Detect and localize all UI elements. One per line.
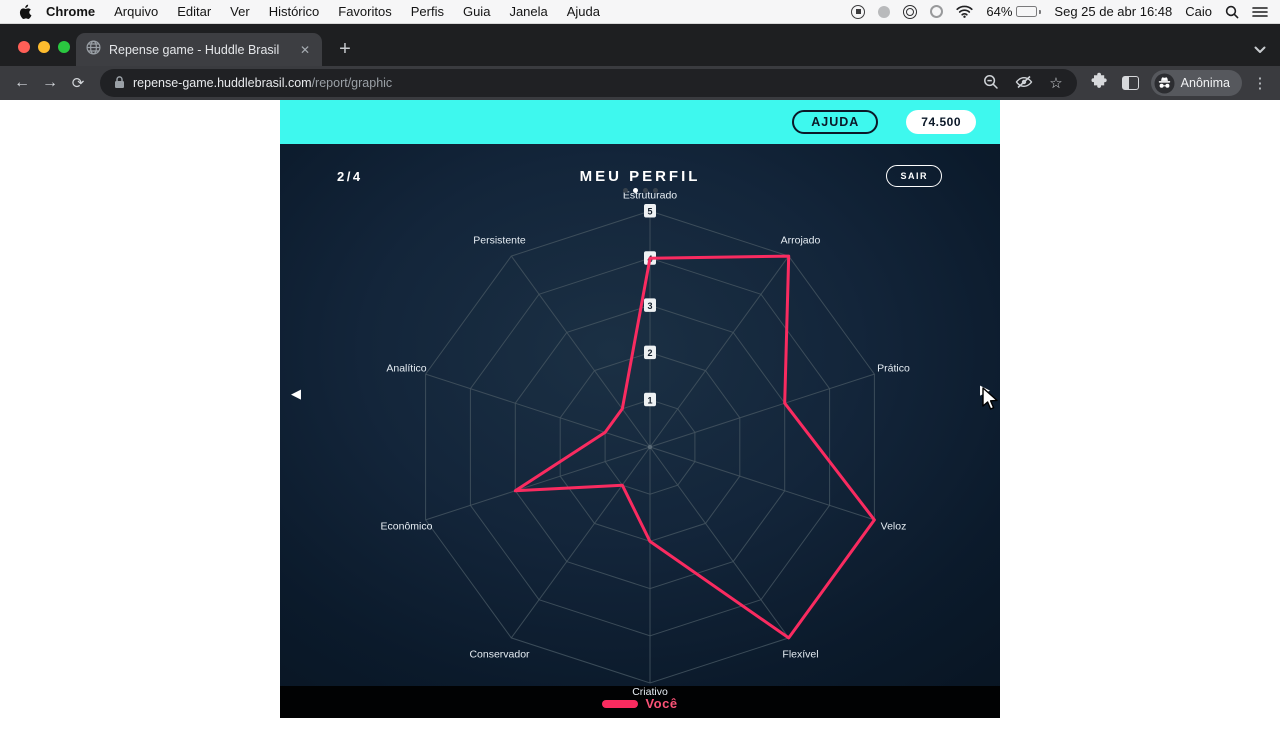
- chrome-menu-kebab-icon[interactable]: ⋮: [1248, 74, 1272, 92]
- menubar-clock[interactable]: Seg 25 de abr 16:48: [1054, 4, 1172, 19]
- creative-cloud-icon[interactable]: [930, 5, 943, 18]
- axis-label-arrojado: Arrojado: [781, 234, 821, 246]
- omnibox-actions: ☆: [983, 74, 1062, 93]
- window-controls: [18, 41, 70, 53]
- legend-you-label: Você: [645, 696, 677, 711]
- menu-item-histórico[interactable]: Histórico: [269, 4, 320, 19]
- screen: Chrome Arquivo Editar Ver Histórico Favoritos…: [0, 0, 1280, 737]
- menu-item-chrome[interactable]: Chrome: [46, 4, 95, 19]
- wifi-icon[interactable]: [956, 5, 973, 18]
- minimize-window-button[interactable]: [38, 41, 50, 53]
- carousel-prev-arrow[interactable]: ◀: [291, 387, 301, 400]
- radar-spoke-conservador: [511, 447, 650, 638]
- zoom-out-icon[interactable]: [983, 74, 999, 93]
- menubar-username[interactable]: Caio: [1185, 4, 1212, 19]
- profile-name: Anônima: [1181, 76, 1230, 90]
- lock-icon: [114, 75, 125, 92]
- axis-label-persistente: Persistente: [473, 234, 526, 246]
- axis-label-flexível: Flexível: [782, 649, 818, 661]
- list-icon[interactable]: [1252, 6, 1268, 18]
- reload-button[interactable]: ⟳: [64, 69, 92, 97]
- browser-tab[interactable]: Repense game - Huddle Brasil ✕: [76, 33, 322, 66]
- tab-search-chevron-icon[interactable]: [1254, 41, 1266, 59]
- radar-center-dot: [648, 445, 652, 449]
- radar-spoke-veloz: [650, 447, 874, 520]
- menu-item-guia[interactable]: Guia: [463, 4, 490, 19]
- menu-item-arquivo[interactable]: Arquivo: [114, 4, 158, 19]
- axis-label-conservador: Conservador: [469, 649, 530, 661]
- tick-label-1: 1: [647, 395, 652, 405]
- address-bar[interactable]: repense-game.huddlebrasil.com/report/gra…: [100, 69, 1077, 97]
- radar-spoke-analítico: [426, 374, 650, 447]
- menu-item-ajuda[interactable]: Ajuda: [567, 4, 600, 19]
- axis-label-analítico: Analítico: [386, 362, 426, 374]
- axis-label-econômico: Econômico: [381, 521, 433, 533]
- carousel-dot-3[interactable]: [643, 188, 648, 193]
- radar-spoke-persistente: [511, 256, 650, 447]
- menu-item-perfis[interactable]: Perfis: [411, 4, 444, 19]
- exit-button[interactable]: SAIR: [886, 165, 942, 187]
- report-section: 2/4 MEU PERFIL SAIR ◀ ▶ 12345Estruturado…: [280, 144, 1000, 718]
- menubar-status: 64% Seg 25 de abr 16:48 Caio: [851, 4, 1268, 19]
- back-button[interactable]: ←: [8, 69, 36, 97]
- radar-spoke-econômico: [426, 447, 650, 520]
- url-path: /report/graphic: [312, 76, 393, 90]
- tick-label-2: 2: [647, 348, 652, 358]
- macos-menubar: Chrome Arquivo Editar Ver Histórico Favoritos…: [0, 0, 1280, 24]
- page-viewport: AJUDA 74.500 2/4 MEU PERFIL SAIR ◀ ▶ 123…: [0, 100, 1280, 737]
- tab-title: Repense game - Huddle Brasil: [109, 43, 290, 57]
- radar-spoke-prático: [650, 374, 874, 447]
- tick-label-5: 5: [647, 207, 652, 217]
- spotlight-icon[interactable]: [1225, 5, 1239, 19]
- menubar-items: Chrome Arquivo Editar Ver Histórico Favoritos…: [46, 4, 619, 19]
- browser-toolbar: ← → ⟳ repense-game.huddlebrasil.com/repo…: [0, 66, 1280, 100]
- tab-favicon-globe-icon: [86, 40, 101, 60]
- url-text: repense-game.huddlebrasil.com/report/gra…: [133, 76, 392, 90]
- score-badge: 74.500: [906, 110, 976, 134]
- menu-item-ver[interactable]: Ver: [230, 4, 250, 19]
- mouse-cursor: [981, 387, 1000, 411]
- legend-you-swatch: [602, 700, 638, 708]
- zoom-window-button[interactable]: [58, 41, 70, 53]
- help-button[interactable]: AJUDA: [792, 110, 878, 134]
- chart-legend: Você: [280, 696, 1000, 711]
- eye-off-icon[interactable]: [1015, 75, 1033, 92]
- battery-icon: [1016, 6, 1037, 17]
- extensions-puzzle-icon[interactable]: [1091, 72, 1108, 94]
- record-indicator-icon[interactable]: [851, 5, 865, 19]
- menu-item-favoritos[interactable]: Favoritos: [338, 4, 391, 19]
- carousel-dot-1[interactable]: [623, 188, 628, 193]
- site-content: AJUDA 74.500 2/4 MEU PERFIL SAIR ◀ ▶ 123…: [280, 100, 1000, 718]
- carousel-dot-4[interactable]: [653, 188, 658, 193]
- incognito-profile-chip[interactable]: Anônima: [1151, 70, 1242, 96]
- gray-dot-icon[interactable]: [878, 6, 890, 18]
- carousel-dots: [280, 188, 1000, 193]
- axis-label-prático: Prático: [877, 362, 910, 374]
- radar-chart: 12345EstruturadoArrojadoPráticoVelozFlex…: [280, 144, 1000, 718]
- tab-strip: Repense game - Huddle Brasil ✕ +: [0, 24, 1280, 66]
- radar-spoke-arrojado: [650, 256, 789, 447]
- radar-spoke-flexível: [650, 447, 789, 638]
- menu-item-janela[interactable]: Janela: [509, 4, 547, 19]
- new-tab-button[interactable]: +: [330, 34, 360, 64]
- battery-percent: 64%: [986, 4, 1012, 19]
- tick-label-3: 3: [647, 301, 652, 311]
- menu-item-editar[interactable]: Editar: [177, 4, 211, 19]
- apple-menu-icon[interactable]: [18, 4, 32, 20]
- axis-label-veloz: Veloz: [881, 521, 907, 533]
- close-window-button[interactable]: [18, 41, 30, 53]
- target-icon[interactable]: [903, 5, 917, 19]
- forward-button[interactable]: →: [36, 69, 64, 97]
- bookmark-star-icon[interactable]: ☆: [1049, 74, 1062, 92]
- tab-close-icon[interactable]: ✕: [298, 43, 312, 57]
- toolbar-extensions: [1091, 72, 1139, 94]
- url-domain: repense-game.huddlebrasil.com: [133, 76, 312, 90]
- site-header-bar: AJUDA 74.500: [280, 100, 1000, 144]
- carousel-dot-2[interactable]: [633, 188, 638, 193]
- side-panel-icon[interactable]: [1122, 76, 1139, 90]
- battery-indicator[interactable]: 64%: [986, 4, 1041, 19]
- incognito-icon: [1154, 73, 1175, 94]
